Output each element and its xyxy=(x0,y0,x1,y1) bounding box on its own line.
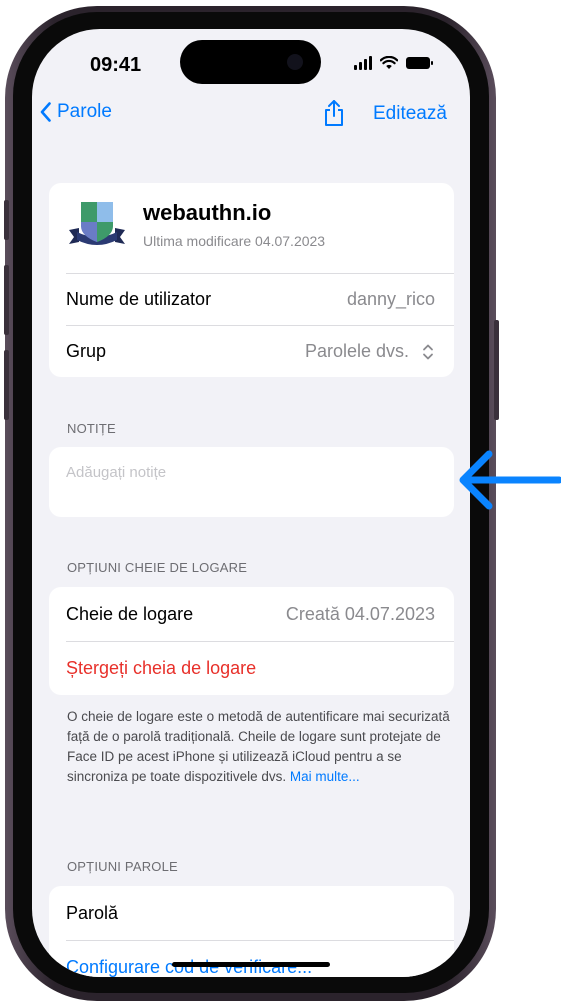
dynamic-island xyxy=(180,40,321,84)
divider xyxy=(66,940,454,941)
front-camera xyxy=(287,54,303,70)
passkey-options-header: OPȚIUNI CHEIE DE LOGARE xyxy=(67,560,248,575)
webauthn-logo-icon xyxy=(69,202,125,245)
password-label: Parolă xyxy=(66,903,119,923)
passkey-row[interactable]: Cheie de logare Creată 04.07.2023 xyxy=(49,587,454,641)
screen: 09:41 Parole Editează webauthn.io Ultima… xyxy=(32,29,470,977)
password-row[interactable]: Parolă xyxy=(49,886,454,940)
group-value: Parolele dvs. xyxy=(305,341,435,362)
notes-header: NOTIȚE xyxy=(67,421,116,436)
passkey-footer-text: O cheie de logare este o metodă de auten… xyxy=(67,709,450,784)
divider xyxy=(66,641,454,642)
site-info-card: webauthn.io Ultima modificare 04.07.2023… xyxy=(49,183,454,377)
wifi-icon xyxy=(380,56,398,69)
site-name: webauthn.io xyxy=(143,200,272,225)
volume-down-button xyxy=(4,350,9,420)
password-options-header: OPȚIUNI PAROLE xyxy=(67,859,178,874)
status-icons xyxy=(354,56,433,70)
group-value-text: Parolele dvs. xyxy=(304,341,409,361)
cellular-signal-icon xyxy=(354,56,372,70)
home-indicator xyxy=(172,962,330,967)
chevron-up-down-icon xyxy=(423,344,433,359)
username-row[interactable]: Nume de utilizator danny_rico xyxy=(49,274,454,325)
battery-icon xyxy=(406,57,433,69)
share-icon[interactable] xyxy=(322,99,346,127)
status-bar: 09:41 xyxy=(32,29,470,99)
volume-up-button xyxy=(4,265,9,335)
passkey-footer: O cheie de logare este o metodă de auten… xyxy=(67,707,452,787)
navigation-bar: Parole Editează xyxy=(32,99,470,135)
status-time: 09:41 xyxy=(90,54,142,76)
chevron-left-icon xyxy=(40,102,51,122)
group-label: Grup xyxy=(66,341,107,361)
last-modified: Ultima modificare 04.07.2023 xyxy=(143,233,326,249)
username-label: Nume de utilizator xyxy=(66,289,212,309)
passkey-created: Creată 04.07.2023 xyxy=(285,604,435,624)
action-button xyxy=(4,200,9,240)
setup-verification-code-button[interactable]: Configurare cod de verificare... xyxy=(66,957,312,977)
power-button xyxy=(494,320,499,420)
edit-button[interactable]: Editează xyxy=(373,103,447,125)
passkey-label: Cheie de logare xyxy=(66,604,194,624)
notes-field[interactable]: Adăugați notițe xyxy=(66,464,166,481)
back-button[interactable]: Parole xyxy=(40,101,112,123)
back-button-label: Parole xyxy=(57,101,112,122)
pointer-arrow-icon xyxy=(459,450,561,510)
username-value: danny_rico xyxy=(346,289,435,309)
more-info-link[interactable]: Mai multe... xyxy=(290,769,360,784)
notes-card[interactable]: Adăugați notițe xyxy=(49,447,454,517)
group-row[interactable]: Grup Parolele dvs. xyxy=(49,326,454,377)
delete-passkey-button[interactable]: Ștergeți cheia de logare xyxy=(66,658,256,679)
passkey-card: Cheie de logare Creată 04.07.2023 Șterge… xyxy=(49,587,454,695)
